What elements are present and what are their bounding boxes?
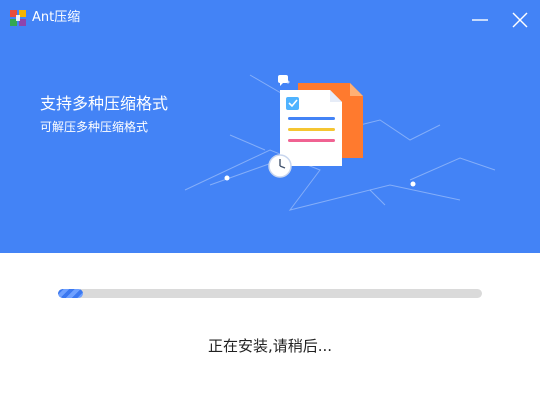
chat-bubble-icon [278,75,288,86]
document-icon [280,90,342,166]
close-icon [512,12,528,28]
title-bar[interactable]: Ant压缩 [0,0,540,36]
install-status-text: 正在安装,请稍后... [207,337,333,355]
header-banner: Ant压缩 支持多种压缩格式 可解压多种压缩格式 [0,0,540,253]
checkbox-icon [286,97,299,110]
network-node [224,175,230,181]
minimize-button[interactable] [463,4,497,36]
install-progress-fill [58,289,84,298]
installer-window: Ant压缩 支持多种压缩格式 可解压多种压缩格式 正在安装,请稍后... [0,0,540,400]
install-progress-bar [58,289,482,298]
feature-headline: 支持多种压缩格式 [40,94,169,113]
network-node [410,181,416,187]
close-button[interactable] [503,4,537,36]
archive-illustration [184,74,496,211]
minimize-icon [472,19,488,21]
clock-icon [268,154,292,178]
ant-zip-logo-icon [10,10,26,26]
app-title: Ant压缩 [32,10,81,25]
feature-subline: 可解压多种压缩格式 [40,120,149,134]
